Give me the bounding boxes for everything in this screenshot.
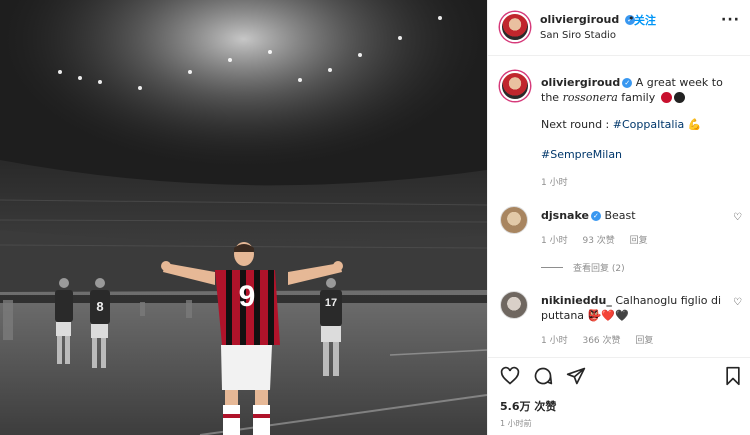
heart-icon[interactable]: ♡ bbox=[733, 212, 742, 223]
likes-count[interactable]: 5.6万 次赞 bbox=[500, 398, 556, 414]
bookmark-icon[interactable] bbox=[724, 366, 742, 386]
location-link[interactable]: San Siro Stadio bbox=[540, 30, 616, 41]
comment-text: nikinieddu_ Calhanoglu figlio di puttana… bbox=[541, 293, 732, 323]
view-replies-button[interactable]: 查看回复 (2) bbox=[541, 261, 625, 274]
comment-time[interactable]: 1 小时 bbox=[541, 336, 568, 346]
post-side-panel: oliviergiroud ✓ • 关注 San Siro Stadio ···… bbox=[487, 0, 750, 435]
reply-button[interactable]: 回复 bbox=[635, 336, 653, 346]
header-username[interactable]: oliviergiroud bbox=[540, 13, 619, 26]
follow-button[interactable]: 关注 bbox=[634, 12, 656, 28]
caption-script-word: rossonera bbox=[562, 91, 618, 104]
header-username-link[interactable]: oliviergiroud ✓ bbox=[540, 13, 636, 26]
action-bar bbox=[488, 357, 750, 391]
stadium-scene: 8 17 9 bbox=[0, 0, 487, 435]
caption-next-round: Next round : #CoppaItalia 💪 bbox=[541, 117, 732, 132]
hashtag-sempremilan[interactable]: #SempreMilan bbox=[541, 148, 622, 161]
comment-avatar[interactable] bbox=[500, 206, 528, 234]
comment-likes[interactable]: 93 次赞 bbox=[582, 236, 614, 246]
opponent-right-number: 17 bbox=[325, 297, 337, 309]
red-black-circles bbox=[659, 91, 685, 104]
avatar[interactable] bbox=[500, 12, 530, 42]
flexed-biceps-icon: 💪 bbox=[687, 118, 702, 131]
comment-username[interactable]: djsnake bbox=[541, 209, 589, 222]
comment-meta: 1 小时 93 次赞 回复 bbox=[541, 233, 660, 246]
verified-icon: ✓ bbox=[622, 78, 633, 88]
caption-username[interactable]: oliviergiroud bbox=[541, 76, 620, 89]
comment-meta: 1 小时 366 次赞 回复 bbox=[541, 333, 665, 346]
hashtag-coppaitalia[interactable]: #CoppaItalia bbox=[613, 118, 684, 131]
caption-family: family bbox=[621, 91, 656, 104]
caption-meta: 1 小时 bbox=[541, 175, 580, 188]
verified-icon: ✓ bbox=[590, 211, 601, 221]
post-photo[interactable]: 8 17 9 bbox=[0, 0, 487, 435]
comment-likes[interactable]: 366 次赞 bbox=[582, 336, 620, 346]
heart-icon[interactable]: ♡ bbox=[733, 297, 742, 308]
post-time[interactable]: 1 小时前 bbox=[500, 418, 532, 429]
reply-button[interactable]: 回复 bbox=[630, 236, 648, 246]
post-header: oliviergiroud ✓ • 关注 San Siro Stadio ··· bbox=[488, 0, 750, 56]
emoji-icons: 👺❤️🖤 bbox=[587, 309, 629, 322]
comment-username[interactable]: nikinieddu_ bbox=[541, 294, 612, 307]
opponent-left-number: 8 bbox=[96, 299, 103, 314]
heart-icon[interactable] bbox=[500, 366, 520, 386]
caption-time[interactable]: 1 小时 bbox=[541, 178, 568, 188]
comment-icon[interactable] bbox=[533, 366, 553, 386]
caption-hashtag-line: #SempreMilan bbox=[541, 147, 732, 162]
share-icon[interactable] bbox=[566, 366, 586, 386]
comment-avatar[interactable] bbox=[500, 291, 528, 319]
caption-text: oliviergiroud ✓ A great week to the rosso… bbox=[541, 75, 732, 105]
more-icon[interactable]: ··· bbox=[721, 12, 740, 28]
caption-avatar[interactable] bbox=[500, 71, 530, 101]
comment-body: Beast bbox=[604, 209, 636, 222]
comment-text: djsnake ✓ Beast bbox=[541, 208, 732, 223]
comment-time[interactable]: 1 小时 bbox=[541, 236, 568, 246]
player-number: 9 bbox=[239, 280, 256, 313]
comments-section[interactable]: oliviergiroud ✓ A great week to the rosso… bbox=[488, 57, 750, 357]
next-round-text: Next round : bbox=[541, 118, 613, 131]
